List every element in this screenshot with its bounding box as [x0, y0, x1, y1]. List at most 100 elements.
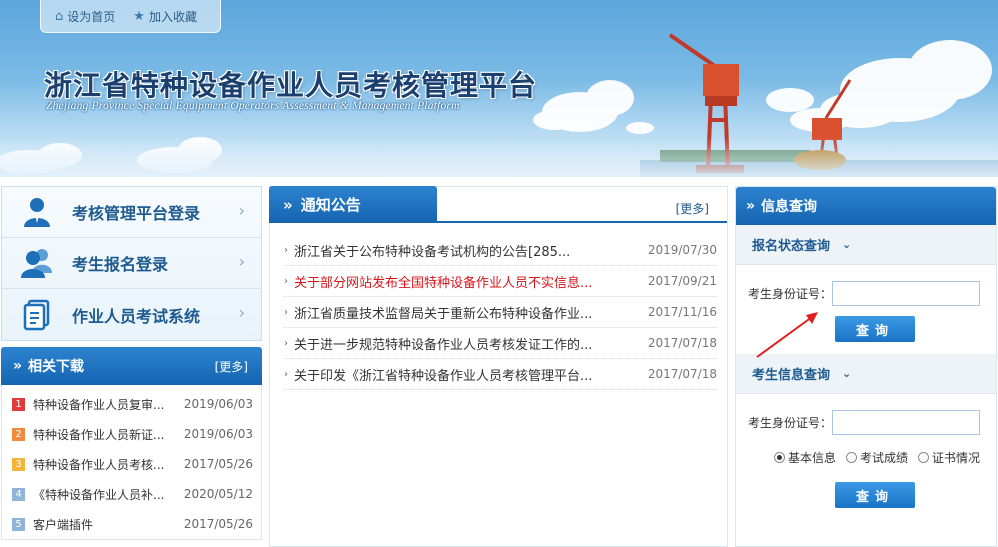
double-chevron-icon: »	[283, 195, 293, 214]
notice-link[interactable]: 关于印发《浙江省特种设备作业人员考核管理平台...	[294, 365, 640, 384]
item-number-badge: 4	[12, 487, 25, 501]
item-date: 2020/05/12	[183, 487, 253, 501]
left-column: 考核管理平台登录 › 考生报名登录 › 作业人员考试系统 › » 相关下载 [更…	[1, 186, 262, 540]
item-number-badge: 3	[12, 457, 25, 471]
query-panel: » 信息查询 报名状态查询 ⌄ 考生身份证号： 查询 考生信息查询 ⌄ 考生身份…	[735, 186, 997, 547]
info-id-number-input[interactable]	[832, 410, 980, 435]
list-item: › 浙江省质量技术监督局关于重新公布特种设备作业... 2017/11/16	[284, 297, 717, 328]
id-number-label: 考生身份证号：	[748, 287, 833, 301]
item-date: 2017/05/26	[183, 517, 253, 531]
downloads-list: 1 特种设备作业人员复审... 2019/06/03 2 特种设备作业人员新证.…	[1, 385, 262, 540]
notices-title: 通知公告	[300, 196, 361, 214]
item-number-badge: 2	[12, 427, 25, 441]
info-query-header[interactable]: 考生信息查询 ⌄	[736, 354, 996, 394]
radio-indicator	[774, 452, 785, 463]
star-icon: ★	[133, 8, 145, 24]
login-item-assessment-platform[interactable]: 考核管理平台登录 ›	[2, 187, 261, 238]
status-query-form: 考生身份证号： 查询	[736, 281, 996, 342]
list-item: 2 特种设备作业人员新证... 2019/06/03	[2, 419, 261, 449]
list-item: 3 特种设备作业人员考核... 2017/05/26	[2, 449, 261, 479]
notice-link[interactable]: 关于进一步规范特种设备作业人员考核发证工作的...	[294, 334, 640, 353]
radio-exam-scores[interactable]: 考试成绩	[846, 449, 908, 466]
bullet-arrow-icon: ›	[284, 337, 288, 349]
list-item: › 浙江省关于公布特种设备考试机构的公告[285... 2019/07/30	[284, 235, 717, 266]
notice-link[interactable]: 浙江省质量技术监督局关于重新公布特种设备作业...	[294, 303, 640, 322]
list-item: 5 客户端插件 2017/05/26	[2, 509, 261, 539]
id-number-label: 考生身份证号：	[748, 416, 833, 430]
download-link[interactable]: 客户端插件	[33, 516, 184, 533]
list-item: › 关于进一步规范特种设备作业人员考核发证工作的... 2017/07/18	[284, 328, 717, 359]
item-date: 2019/06/03	[183, 427, 253, 441]
add-favorite-link[interactable]: ★ 加入收藏	[133, 8, 197, 25]
notice-date: 2017/11/16	[647, 305, 717, 319]
list-item: › 关于印发《浙江省特种设备作业人员考核管理平台... 2017/07/18	[284, 359, 717, 390]
banner-haze	[0, 137, 998, 177]
radio-label: 证书情况	[932, 451, 981, 465]
chevron-down-icon: ⌄	[842, 367, 852, 380]
status-query-header[interactable]: 报名状态查询 ⌄	[736, 225, 996, 265]
radio-indicator	[918, 452, 930, 463]
notices-panel: » 通知公告 [更多] › 浙江省关于公布特种设备考试机构的公告[285... …	[269, 186, 728, 547]
downloads-title: 相关下载	[28, 359, 85, 375]
notice-date: 2017/07/18	[647, 367, 717, 381]
double-chevron-icon: »	[746, 198, 756, 214]
notice-link[interactable]: 浙江省关于公布特种设备考试机构的公告[285...	[294, 241, 640, 260]
info-type-radio-group: 基本信息 考试成绩 证书情况	[774, 449, 996, 466]
user-icon	[24, 198, 50, 227]
notice-date: 2017/07/18	[647, 336, 717, 350]
chevron-right-icon: ›	[238, 201, 245, 220]
info-query-button[interactable]: 查询	[835, 482, 915, 508]
chevron-right-icon: ›	[238, 252, 245, 271]
radio-label: 基本信息	[788, 451, 837, 465]
notice-date: 2019/07/30	[647, 243, 717, 257]
login-item-candidate-registration[interactable]: 考生报名登录 ›	[2, 238, 261, 289]
radio-basic-info[interactable]: 基本信息	[774, 449, 836, 466]
login-item-label: 考核管理平台登录	[72, 204, 201, 223]
notices-list: › 浙江省关于公布特种设备考试机构的公告[285... 2019/07/30 ›…	[270, 223, 727, 390]
downloads-header: » 相关下载 [更多]	[1, 347, 262, 385]
list-item: 4 《特种设备作业人员补... 2020/05/12	[2, 479, 261, 509]
add-favorite-label: 加入收藏	[148, 9, 197, 24]
bullet-arrow-icon: ›	[284, 244, 288, 256]
download-link[interactable]: 《特种设备作业人员补...	[33, 486, 184, 503]
radio-certificate-status[interactable]: 证书情况	[918, 449, 980, 466]
item-number-badge: 5	[12, 517, 25, 531]
home-icon: ⌂	[55, 8, 64, 24]
notices-more-link[interactable]: [更多]	[676, 200, 709, 217]
downloads-more-link[interactable]: [更多]	[215, 358, 248, 375]
download-link[interactable]: 特种设备作业人员复审...	[33, 396, 184, 413]
status-query-button[interactable]: 查询	[835, 316, 915, 342]
site-subtitle: Zhejiang Province Special Equipment Oper…	[46, 100, 460, 112]
login-entries: 考核管理平台登录 › 考生报名登录 › 作业人员考试系统 ›	[1, 186, 262, 341]
chevron-down-icon: ⌄	[842, 238, 852, 251]
list-item: 1 特种设备作业人员复审... 2019/06/03	[2, 389, 261, 419]
notices-header: » 通知公告 [更多]	[269, 186, 727, 223]
query-header: » 信息查询	[736, 187, 996, 225]
double-chevron-icon: »	[13, 358, 23, 374]
download-link[interactable]: 特种设备作业人员新证...	[33, 426, 184, 443]
item-date: 2019/06/03	[183, 397, 253, 411]
item-date: 2017/05/26	[183, 457, 253, 471]
list-item: › 关于部分网站发布全国特种设备作业人员不实信息... 2017/09/21	[284, 266, 717, 297]
header-banner: ⌂ 设为首页 ★ 加入收藏 浙江省特种设备作业人员考核管理平台 Zhejiang…	[0, 0, 998, 177]
bullet-arrow-icon: ›	[284, 306, 288, 318]
query-title: 信息查询	[761, 199, 818, 215]
login-item-exam-system[interactable]: 作业人员考试系统 ›	[2, 289, 261, 340]
set-homepage-link[interactable]: ⌂ 设为首页	[55, 8, 115, 25]
status-id-number-input[interactable]	[832, 281, 980, 306]
login-item-label: 作业人员考试系统	[72, 306, 201, 326]
radio-indicator	[846, 452, 858, 463]
status-query-title: 报名状态查询	[752, 239, 831, 254]
radio-label: 考试成绩	[860, 451, 909, 465]
set-homepage-label: 设为首页	[67, 9, 116, 24]
notices-tab: » 通知公告	[269, 186, 437, 223]
document-icon	[23, 299, 50, 330]
notice-link[interactable]: 关于部分网站发布全国特种设备作业人员不实信息...	[294, 272, 640, 291]
bullet-arrow-icon: ›	[284, 368, 288, 380]
top-links: ⌂ 设为首页 ★ 加入收藏	[40, 0, 221, 33]
download-link[interactable]: 特种设备作业人员考核...	[33, 456, 184, 473]
chevron-right-icon: ›	[238, 303, 245, 322]
notice-date: 2017/09/21	[647, 274, 717, 288]
users-icon	[21, 249, 52, 278]
login-item-label: 考生报名登录	[72, 255, 169, 274]
